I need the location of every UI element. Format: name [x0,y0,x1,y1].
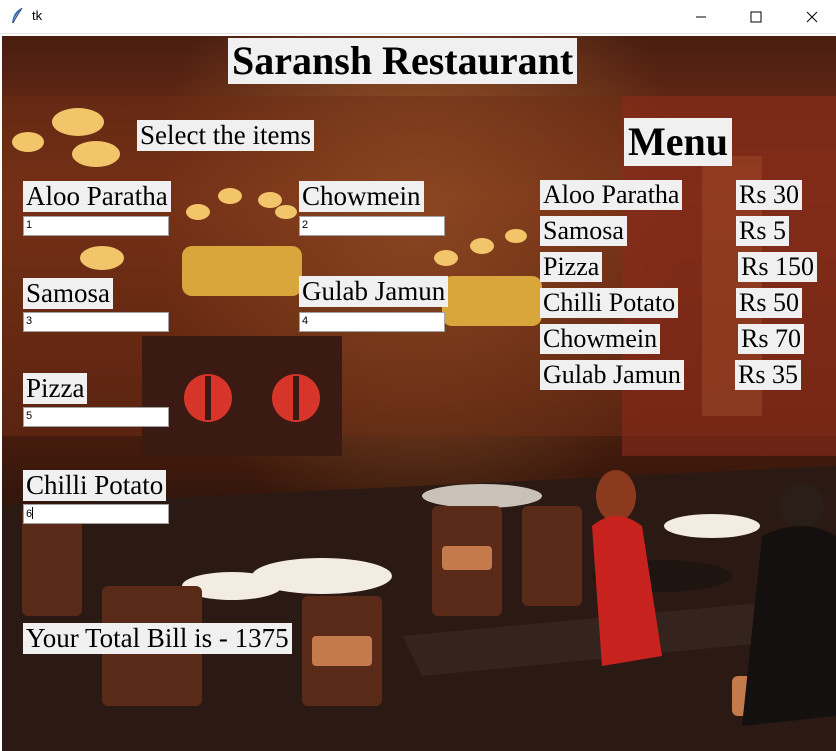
menu-item-chowmein-price: Rs 70 [738,324,804,354]
menu-item-chilli-potato-price: Rs 50 [736,288,802,318]
menu-item-samosa-name: Samosa [540,216,627,246]
maximize-icon [750,11,762,22]
chilli-potato-quantity-input[interactable]: 6 [23,504,169,524]
aloo-paratha-quantity-value: 1 [26,219,33,231]
menu-title: Menu [624,118,732,166]
menu-item-gulab-jamun-price: Rs 35 [735,360,801,390]
gulab-jamun-quantity-input[interactable]: 4 [299,312,445,332]
window-title: tk [32,8,43,23]
menu-item-pizza-price: Rs 150 [738,252,817,282]
window-titlebar: tk [0,0,836,34]
menu-item-pizza-name: Pizza [540,252,603,282]
chilli-potato-label: Chilli Potato [23,470,167,501]
restaurant-title: Saransh Restaurant [228,38,578,84]
gulab-jamun-quantity-value: 4 [302,315,309,327]
chowmein-label: Chowmein [299,181,424,212]
chowmein-quantity-input[interactable]: 2 [299,216,445,236]
gulab-jamun-label: Gulab Jamun [299,276,449,307]
menu-item-aloo-paratha-name: Aloo Paratha [540,180,683,210]
pizza-quantity-value: 5 [26,410,33,422]
total-bill-label: Your Total Bill is - 1375 [23,623,292,654]
close-button[interactable] [789,0,835,33]
minimize-button[interactable] [678,0,724,33]
feather-icon [10,7,24,25]
maximize-button[interactable] [733,0,779,33]
samosa-quantity-value: 3 [26,315,33,327]
select-items-label: Select the items [137,120,314,151]
minimize-icon [696,16,706,17]
chowmein-quantity-value: 2 [302,219,309,231]
menu-item-samosa-price: Rs 5 [736,216,789,246]
aloo-paratha-label: Aloo Paratha [23,181,171,212]
main-canvas: Saransh Restaurant Select the items Aloo… [2,36,836,751]
menu-item-chowmein-name: Chowmein [540,324,661,354]
menu-item-aloo-paratha-price: Rs 30 [736,180,802,210]
close-icon [806,11,818,22]
pizza-quantity-input[interactable]: 5 [23,407,169,427]
menu-item-gulab-jamun-name: Gulab Jamun [540,360,684,390]
pizza-label: Pizza [23,373,88,404]
samosa-quantity-input[interactable]: 3 [23,312,169,332]
aloo-paratha-quantity-input[interactable]: 1 [23,216,169,236]
text-cursor [32,507,34,519]
menu-item-chilli-potato-name: Chilli Potato [540,288,679,318]
samosa-label: Samosa [23,278,113,309]
